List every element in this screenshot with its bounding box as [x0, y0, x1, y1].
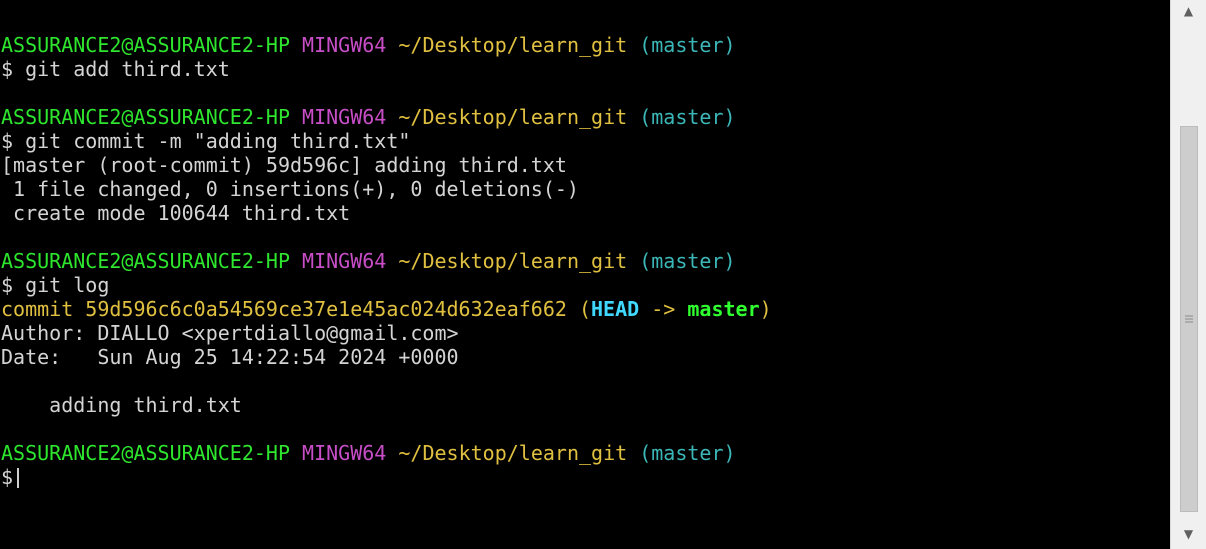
prompt-branch: (master)	[639, 249, 736, 273]
grip-icon	[1185, 314, 1193, 325]
prompt-path: ~/Desktop/learn_git	[398, 249, 628, 273]
prompt-host: MINGW64	[302, 33, 387, 57]
log-commit-line: commit 59d596c6c0a54569ce37e1e45ac024d63…	[0, 297, 1170, 321]
prompt-branch: (master)	[639, 105, 736, 129]
prompt-user: ASSURANCE2@ASSURANCE2-HP	[1, 33, 290, 57]
prompt-host: MINGW64	[302, 249, 387, 273]
prompt-host: MINGW64	[302, 105, 387, 129]
prompt-user: ASSURANCE2@ASSURANCE2-HP	[1, 441, 290, 465]
command-text: git commit -m "adding third.txt"	[25, 129, 411, 153]
log-message-line: adding third.txt	[1, 393, 242, 417]
output-line: create mode 100644 third.txt	[1, 201, 351, 225]
commit-hash: commit 59d596c6c0a54569ce37e1e45ac024d63…	[1, 297, 579, 321]
output-line: 1 file changed, 0 insertions(+), 0 delet…	[1, 177, 579, 201]
output-line: [master (root-commit) 59d596c] adding th…	[1, 153, 567, 177]
command-text: git log	[25, 273, 110, 297]
ref-paren-open: (	[578, 297, 592, 321]
prompt-branch: (master)	[639, 33, 736, 57]
scrollbar-thumb[interactable]	[1180, 126, 1198, 512]
prompt-symbol: $	[1, 129, 14, 153]
prompt-symbol: $	[1, 57, 14, 81]
prompt-line: ASSURANCE2@ASSURANCE2-HP MINGW64 ~/Deskt…	[0, 441, 1170, 465]
log-author-line: Author: DIALLO <xpertdiallo@gmail.com>	[1, 321, 459, 345]
prompt-line: ASSURANCE2@ASSURANCE2-HP MINGW64 ~/Deskt…	[0, 249, 1170, 273]
scroll-up-arrow-icon[interactable]: ▲	[1171, 4, 1206, 22]
prompt-branch: (master)	[639, 441, 736, 465]
head-ref: HEAD	[591, 297, 640, 321]
prompt-line: ASSURANCE2@ASSURANCE2-HP MINGW64 ~/Deskt…	[0, 105, 1170, 129]
master-ref: master	[687, 297, 760, 321]
ref-arrow: ->	[639, 297, 688, 321]
command-text: git add third.txt	[25, 57, 230, 81]
prompt-symbol: $	[1, 465, 14, 489]
prompt-path: ~/Desktop/learn_git	[398, 441, 628, 465]
prompt-line: ASSURANCE2@ASSURANCE2-HP MINGW64 ~/Deskt…	[0, 33, 1170, 57]
scroll-down-arrow-icon[interactable]: ▼	[1171, 527, 1206, 545]
vertical-scrollbar[interactable]: ▲ ▼	[1170, 0, 1206, 549]
prompt-user: ASSURANCE2@ASSURANCE2-HP	[1, 249, 290, 273]
active-command-line[interactable]: $	[0, 465, 1170, 489]
text-cursor	[17, 468, 20, 488]
prompt-host: MINGW64	[302, 441, 387, 465]
prompt-path: ~/Desktop/learn_git	[398, 105, 628, 129]
log-date-line: Date: Sun Aug 25 14:22:54 2024 +0000	[1, 345, 459, 369]
prompt-symbol: $	[1, 273, 14, 297]
ref-paren-close: )	[759, 297, 772, 321]
command-line: $ git add third.txt	[0, 57, 1170, 81]
command-line: $ git log	[0, 273, 1170, 297]
terminal-window[interactable]: ASSURANCE2@ASSURANCE2-HP MINGW64 ~/Deskt…	[0, 0, 1170, 549]
prompt-path: ~/Desktop/learn_git	[398, 33, 628, 57]
command-line: $ git commit -m "adding third.txt"	[0, 129, 1170, 153]
prompt-user: ASSURANCE2@ASSURANCE2-HP	[1, 105, 290, 129]
